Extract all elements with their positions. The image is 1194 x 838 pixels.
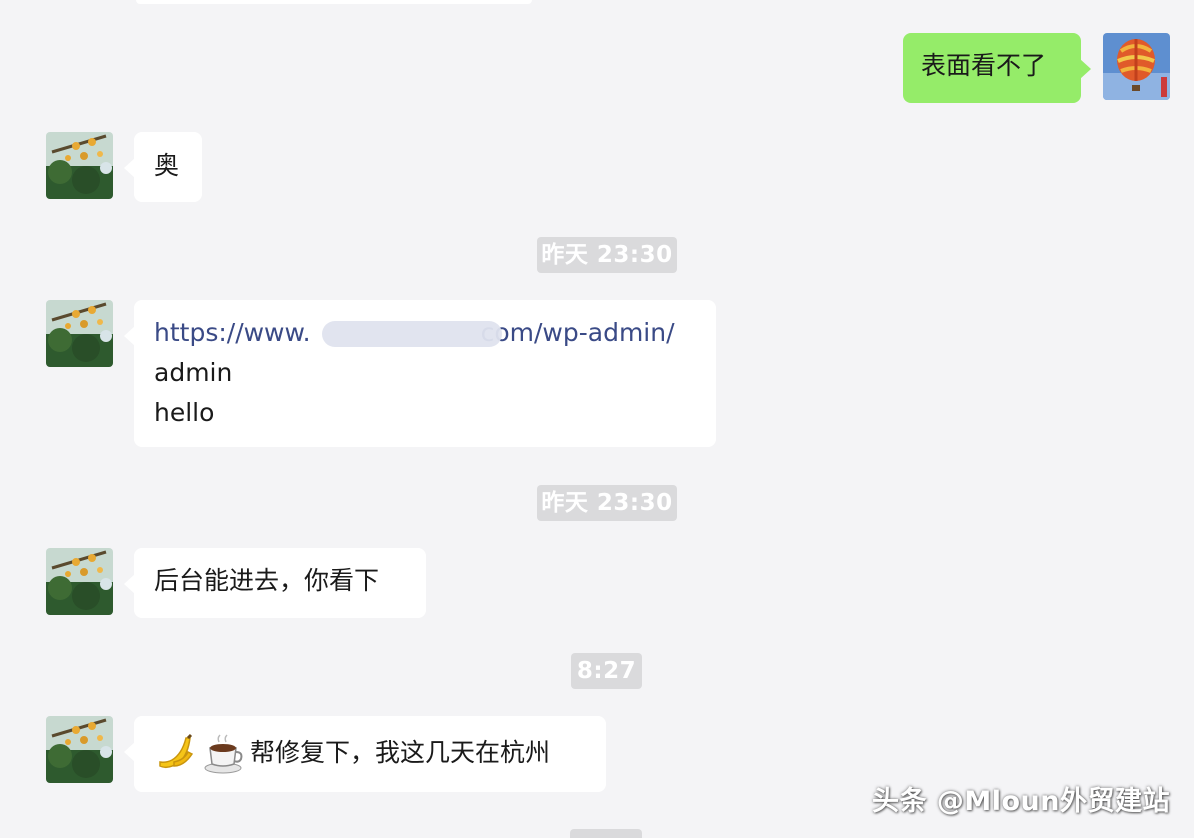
osmanthus-photo-icon (46, 300, 113, 367)
incoming-message-bubble[interactable]: 帮修复下，我这几天在杭州 (124, 716, 606, 792)
incoming-message-bubble[interactable]: 奥 (124, 132, 202, 202)
contact-avatar[interactable] (46, 548, 113, 615)
osmanthus-photo-icon (46, 132, 113, 199)
message-text: 表面看不了 (921, 51, 1047, 80)
self-avatar[interactable] (1103, 33, 1170, 100)
outgoing-message-bubble[interactable]: 表面看不了 (903, 33, 1091, 103)
message-timestamp: 昨天 23:30 (537, 485, 677, 521)
message-timestamp: 8:27 (571, 653, 642, 689)
hot-air-balloon-icon (1103, 33, 1170, 100)
osmanthus-photo-icon (46, 716, 113, 783)
source-watermark: 头条 @Mloun外贸建站 (871, 786, 1170, 817)
next-timestamp-edge (570, 829, 642, 838)
chat-window: 表面看不了 奥 昨天 23:30 https://www. com/wp-adm… (0, 0, 1194, 838)
contact-avatar[interactable] (46, 132, 113, 199)
banana-icon (159, 733, 194, 769)
coffee-icon (204, 734, 243, 774)
message-text: 后台能进去，你看下 (154, 566, 380, 595)
message-text: 帮修复下，我这几天在杭州 (250, 738, 551, 767)
incoming-message-bubble[interactable]: 后台能进去，你看下 (124, 548, 426, 618)
redacted-domain-mask (322, 321, 502, 347)
osmanthus-photo-icon (46, 548, 113, 615)
message-text: 奥 (154, 151, 180, 180)
previous-message-edge (136, 0, 532, 4)
message-line: hello (154, 398, 215, 427)
contact-avatar[interactable] (46, 300, 113, 367)
url-prefix: https://www. (154, 318, 311, 347)
url-link[interactable]: https://www. com/wp-admin/ (154, 313, 716, 353)
incoming-message-bubble[interactable]: https://www. com/wp-admin/ admin hello (124, 300, 716, 447)
message-timestamp: 昨天 23:30 (537, 237, 677, 273)
message-content: 帮修复下，我这几天在杭州 (154, 732, 606, 776)
contact-avatar[interactable] (46, 716, 113, 783)
message-line: admin (154, 358, 233, 387)
url-suffix: com/wp-admin/ (480, 318, 675, 347)
